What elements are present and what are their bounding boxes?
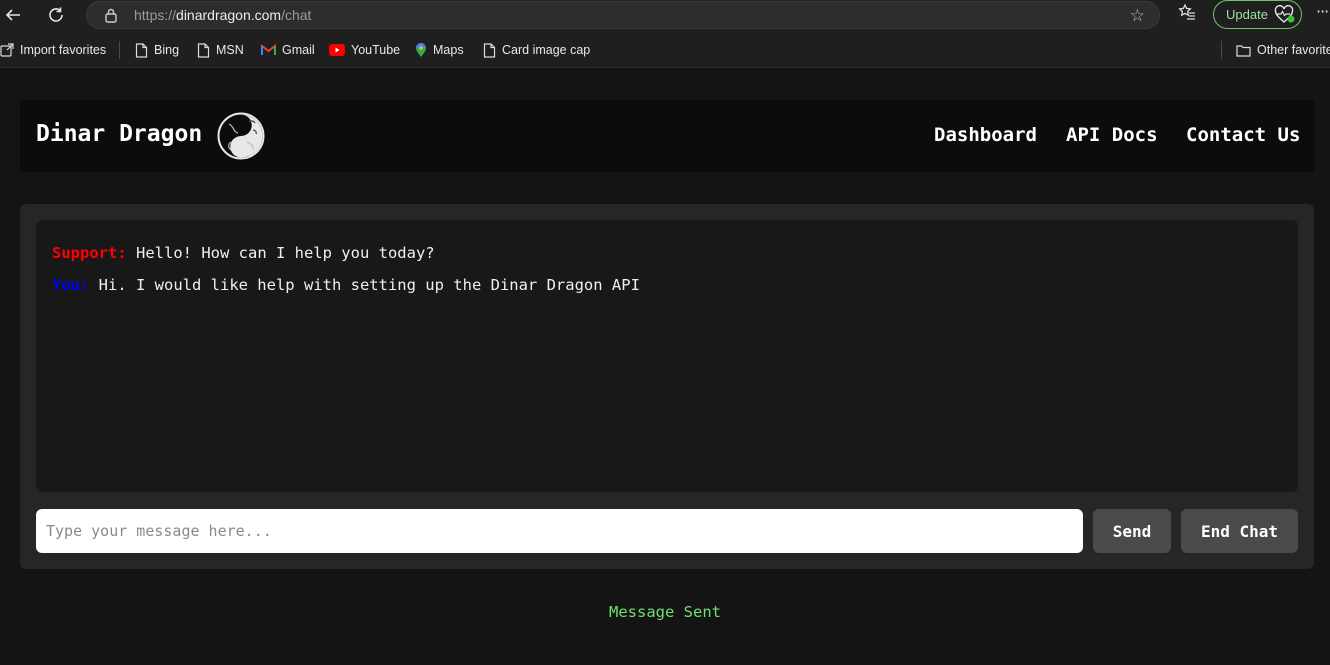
bookmark-label: Bing (154, 43, 180, 57)
page-icon (135, 42, 148, 58)
update-label: Update (1226, 7, 1268, 22)
bookmark-divider (119, 41, 120, 59)
status-message: Message Sent (609, 603, 721, 621)
dragon-yin-yang-logo-icon[interactable] (217, 112, 265, 160)
bookmarks-bar: Import favorites Bing MSN Gmail YouTube … (0, 30, 1330, 68)
page-icon (197, 42, 210, 58)
nav-api-docs[interactable]: API Docs (1066, 124, 1158, 146)
message-sender: Support: (52, 244, 127, 262)
health-heart-icon (1274, 4, 1296, 29)
chat-message: You: Hi. I would like help with setting … (52, 276, 640, 294)
bookmark-label: MSN (216, 43, 244, 57)
url-host: dinardragon.com (176, 7, 282, 23)
site-header: Dinar Dragon Dashboard API Docs Contact … (20, 100, 1314, 172)
message-input[interactable] (36, 509, 1083, 553)
send-button[interactable]: Send (1093, 509, 1171, 553)
update-button[interactable]: Update (1213, 0, 1302, 29)
refresh-icon[interactable] (43, 2, 69, 28)
message-text: Hello! How can I help you today? (136, 244, 435, 262)
lock-icon[interactable] (105, 8, 117, 27)
address-bar[interactable]: https://dinardragon.com/chat ☆ (86, 1, 1160, 29)
favorite-star-icon[interactable]: ☆ (1130, 6, 1145, 26)
bookmark-other-favorites[interactable]: Other favorites (1236, 41, 1330, 59)
bookmark-msn[interactable]: MSN (197, 41, 244, 59)
import-icon (0, 43, 14, 57)
more-options-icon[interactable]: ··· (1316, 2, 1329, 21)
gmail-icon (261, 44, 276, 55)
chat-panel: Support: Hello! How can I help you today… (20, 204, 1314, 569)
bookmark-youtube[interactable]: YouTube (329, 41, 400, 59)
bookmark-import-favorites[interactable]: Import favorites (0, 41, 106, 59)
brand-title[interactable]: Dinar Dragon (36, 121, 202, 147)
chat-message: Support: Hello! How can I help you today… (52, 244, 435, 262)
bookmark-divider (1221, 41, 1222, 59)
chat-log[interactable]: Support: Hello! How can I help you today… (36, 220, 1298, 492)
favorites-list-icon[interactable] (1178, 3, 1196, 26)
bookmark-gmail[interactable]: Gmail (261, 41, 315, 59)
bookmark-label: Other favorites (1257, 43, 1330, 57)
bookmark-label: Import favorites (20, 43, 107, 57)
maps-pin-icon (416, 43, 426, 57)
nav-dashboard[interactable]: Dashboard (934, 124, 1037, 146)
url-scheme: https:// (134, 7, 177, 23)
url-text[interactable]: https://dinardragon.com/chat (134, 7, 311, 23)
url-path: /chat (281, 7, 312, 23)
browser-toolbar: https://dinardragon.com/chat ☆ Update ··… (0, 0, 1330, 30)
youtube-icon (329, 44, 345, 56)
bookmark-label: YouTube (351, 43, 401, 57)
page-content: Dinar Dragon Dashboard API Docs Contact … (0, 68, 1330, 665)
page-icon (483, 42, 496, 58)
bookmark-label: Card image cap (502, 43, 591, 57)
back-arrow-icon[interactable] (0, 2, 26, 28)
message-sender: You: (52, 276, 90, 294)
bookmark-card-image-cap[interactable]: Card image cap (483, 41, 590, 59)
nav-contact-us[interactable]: Contact Us (1186, 124, 1300, 146)
bookmark-label: Maps (433, 43, 464, 57)
end-chat-button[interactable]: End Chat (1181, 509, 1298, 553)
message-text: Hi. I would like help with setting up th… (98, 276, 640, 294)
bookmark-maps[interactable]: Maps (415, 41, 464, 59)
bookmark-bing[interactable]: Bing (135, 41, 179, 59)
folder-icon (1236, 44, 1251, 57)
bookmark-label: Gmail (282, 43, 315, 57)
